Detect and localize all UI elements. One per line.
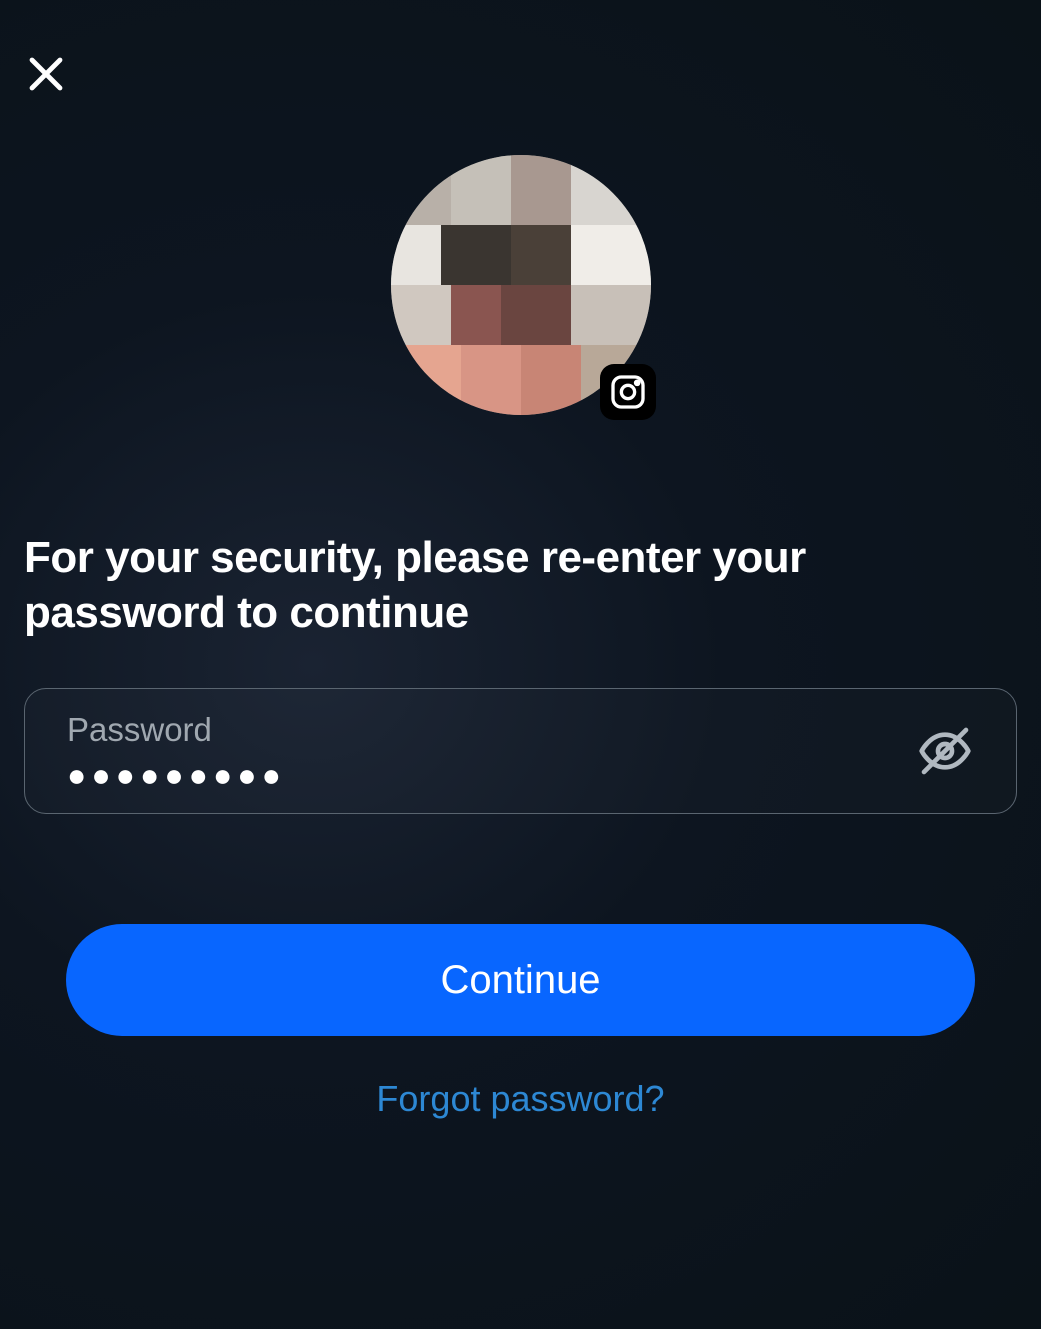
avatar-section	[24, 155, 1017, 415]
close-button[interactable]	[20, 48, 72, 100]
forgot-password-link[interactable]: Forgot password?	[24, 1078, 1017, 1120]
continue-button[interactable]: Continue	[66, 924, 975, 1036]
password-input-wrapper[interactable]: Password ●●●●●●●●●	[24, 688, 1017, 814]
instagram-badge	[600, 364, 656, 420]
toggle-password-visibility-button[interactable]	[916, 722, 974, 780]
close-icon	[22, 50, 70, 98]
password-label: Password	[67, 711, 916, 749]
password-value: ●●●●●●●●●	[67, 759, 916, 791]
instagram-icon	[608, 372, 648, 412]
security-heading: For your security, please re-enter your …	[24, 530, 1017, 640]
eye-slash-icon	[917, 723, 973, 779]
